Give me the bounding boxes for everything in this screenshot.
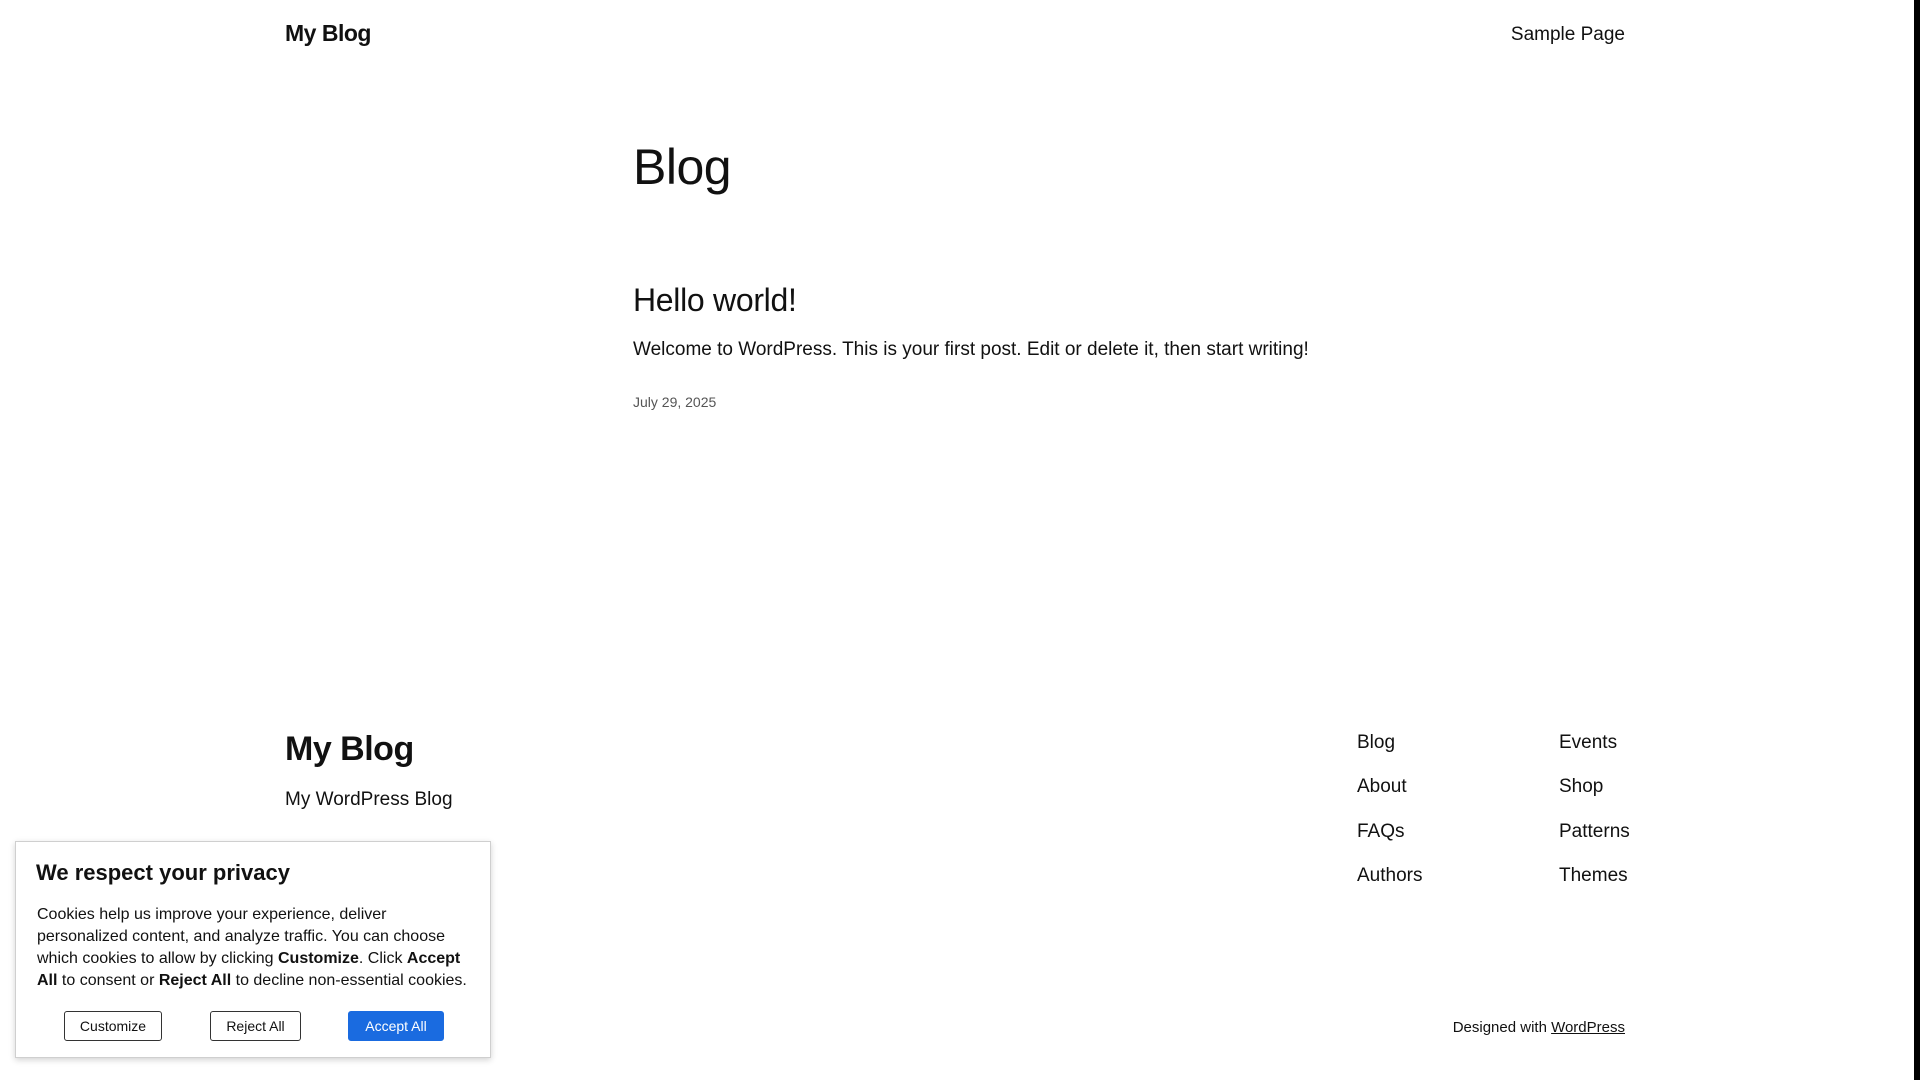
- nav-link-sample-page[interactable]: Sample Page: [1511, 24, 1625, 46]
- cookie-text-reject: Reject All: [158, 972, 232, 989]
- footer-link-events[interactable]: Events: [1559, 731, 1630, 775]
- window-scrollbar[interactable]: [1914, 0, 1920, 1080]
- cookie-consent-banner: We respect your privacy Cookies help us …: [15, 841, 491, 1058]
- cookie-text-customize: Customize: [278, 950, 359, 967]
- post-date-link[interactable]: July 29, 2025: [633, 394, 716, 410]
- cookie-text-part-2: . Click: [358, 950, 407, 967]
- customize-button[interactable]: Customize: [64, 1011, 162, 1041]
- footer-link-blog[interactable]: Blog: [1357, 731, 1422, 775]
- footer-links-column-1: Blog About FAQs Authors: [1357, 731, 1422, 908]
- footer-link-shop[interactable]: Shop: [1559, 775, 1630, 819]
- footer-link-patterns[interactable]: Patterns: [1559, 820, 1630, 864]
- footer-site-title-link[interactable]: My Blog: [285, 730, 414, 769]
- reject-all-button[interactable]: Reject All: [210, 1011, 301, 1041]
- wordpress-credit-link[interactable]: WordPress: [1551, 1019, 1625, 1036]
- footer-tagline: My WordPress Blog: [285, 789, 453, 810]
- site-title-link[interactable]: My Blog: [285, 20, 371, 47]
- cookie-banner-text: Cookies help us improve your experience,…: [37, 904, 477, 992]
- post-excerpt: Welcome to WordPress. This is your first…: [633, 339, 1309, 360]
- cookie-text-part-3: to consent or: [57, 972, 159, 989]
- footer-link-faqs[interactable]: FAQs: [1357, 820, 1422, 864]
- footer-link-authors[interactable]: Authors: [1357, 864, 1422, 908]
- credit-prefix: Designed with: [1452, 1019, 1547, 1036]
- footer-links-column-2: Events Shop Patterns Themes: [1559, 731, 1630, 908]
- post-title-link[interactable]: Hello world!: [633, 282, 797, 319]
- accept-all-button[interactable]: Accept All: [348, 1011, 444, 1041]
- cookie-banner-title: We respect your privacy: [36, 860, 290, 885]
- cookie-text-part-4: to decline non-essential cookies.: [231, 972, 467, 989]
- footer-link-themes[interactable]: Themes: [1559, 864, 1630, 908]
- page-title: Blog: [633, 139, 732, 195]
- footer-credit: Designed with WordPress: [1453, 1019, 1625, 1036]
- footer-link-about[interactable]: About: [1357, 775, 1422, 819]
